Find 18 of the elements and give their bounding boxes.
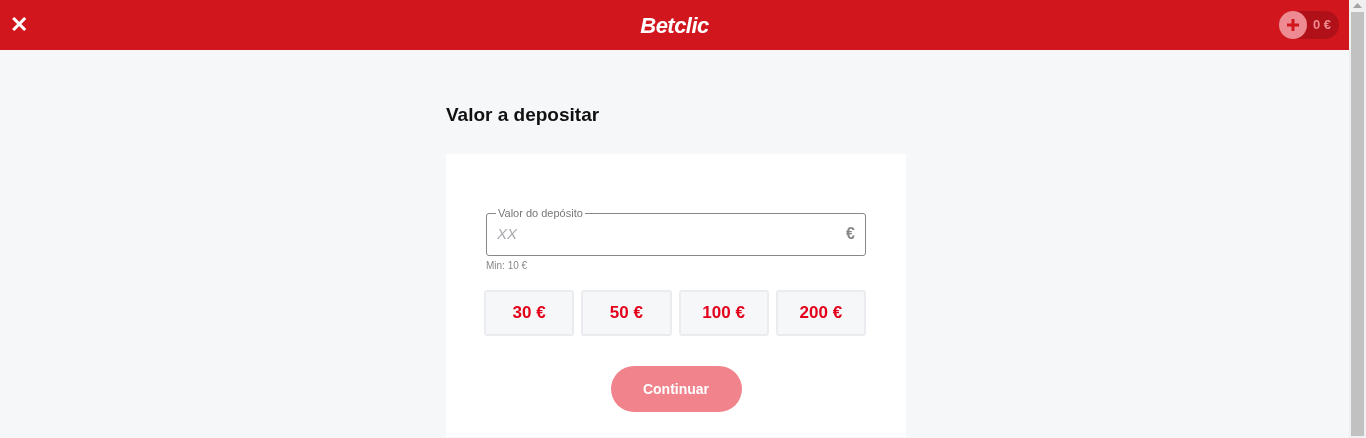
page-title: Valor a depositar (446, 103, 601, 127)
amount-option[interactable]: 50 € (581, 290, 672, 336)
scroll-up-icon[interactable] (1353, 3, 1362, 8)
amount-option[interactable]: 100 € (678, 290, 769, 336)
scrollbar[interactable] (1349, 0, 1366, 438)
balance-amount: 0 € (1312, 16, 1331, 35)
currency-symbol: € (846, 224, 855, 244)
minimum-hint: Min: 10 € (486, 260, 529, 272)
logo: Betclic (640, 11, 709, 40)
balance-pill[interactable]: 0 € (1278, 11, 1339, 39)
amount-option[interactable]: 200 € (775, 290, 866, 336)
scrollbar-thumb[interactable] (1351, 12, 1364, 436)
deposit-amount-field[interactable]: Valor do depósito XX € (486, 207, 866, 256)
plus-icon[interactable] (1278, 11, 1307, 39)
field-label: Valor do depósito (497, 207, 584, 219)
amount-input[interactable]: XX (497, 222, 847, 246)
close-button[interactable]: ✕ (10, 14, 24, 36)
amount-option[interactable]: 30 € (484, 290, 575, 336)
